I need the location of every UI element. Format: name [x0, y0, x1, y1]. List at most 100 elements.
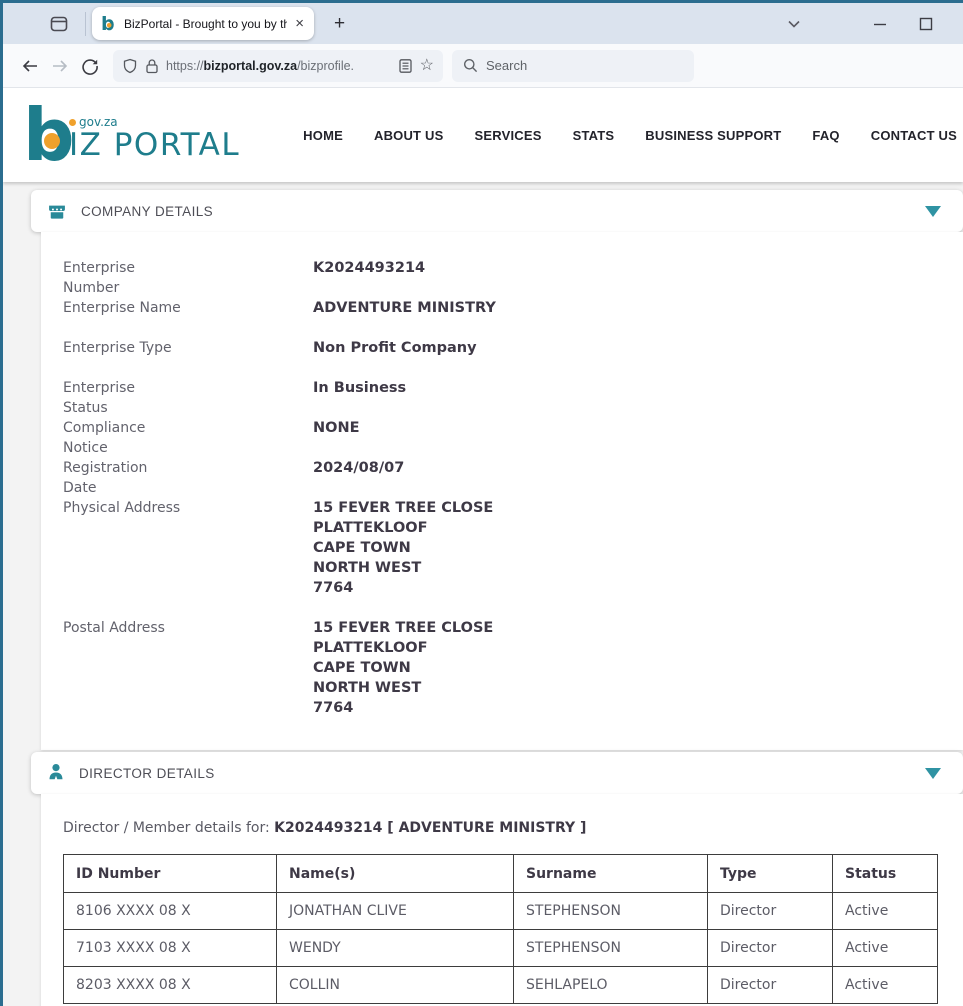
reload-button[interactable] [75, 51, 105, 81]
nav-item-stats[interactable]: STATS [573, 128, 615, 143]
firefox-view-icon [49, 14, 69, 34]
tab-separator [85, 12, 86, 36]
table-row: 8203 XXXX 08 XCOLLINSEHLAPELODirectorAct… [64, 967, 938, 1004]
maximize-icon [919, 17, 933, 31]
collapse-triangle-icon[interactable] [925, 206, 941, 217]
column-header-name-s-: Name(s) [277, 855, 514, 893]
section-title: DIRECTOR DETAILS [79, 766, 215, 781]
detail-value: 2024/08/07 [313, 458, 943, 498]
detail-label: Enterprise Name [63, 298, 313, 338]
new-tab-button[interactable]: + [328, 13, 351, 35]
detail-row: Enterprise NameADVENTURE MINISTRY [63, 298, 943, 338]
reader-mode-icon[interactable] [398, 58, 413, 74]
forward-icon [51, 57, 69, 75]
logo-izportal-text: IZ PORTAL [69, 129, 240, 162]
favicon-bizportal: b [100, 15, 118, 33]
search-icon [463, 58, 478, 73]
table-cell: STEPHENSON [514, 930, 708, 967]
url-domain: bizportal.gov.za [204, 59, 298, 73]
table-cell: 8106 XXXX 08 X [64, 893, 277, 930]
search-bar[interactable]: Search [452, 50, 694, 82]
table-cell: Active [833, 967, 938, 1004]
detail-label: Physical Address [63, 498, 313, 598]
section-title: COMPANY DETAILS [81, 204, 213, 219]
detail-label: Enterprise Number [63, 258, 313, 298]
detail-value: 15 FEVER TREE CLOSE PLATTEKLOOF CAPE TOW… [313, 618, 943, 718]
detail-label: Postal Address [63, 618, 313, 718]
browser-tab[interactable]: b BizPortal - Brought to you by th × [92, 7, 314, 40]
company-details-panel: Enterprise NumberK2024493214Enterprise N… [41, 232, 963, 750]
director-details-header[interactable]: DIRECTOR DETAILS [31, 752, 963, 794]
detail-value: Non Profit Company [313, 338, 943, 378]
url-text: https://bizportal.gov.za/bizprofile. [166, 59, 391, 73]
url-path: /bizprofile. [297, 59, 354, 73]
navigation-toolbar: https://bizportal.gov.za/bizprofile. ☆ S… [3, 44, 963, 88]
table-cell: COLLIN [277, 967, 514, 1004]
nav-item-services[interactable]: SERVICES [474, 128, 541, 143]
table-row: 7103 XXXX 08 XWENDYSTEPHENSONDirectorAct… [64, 930, 938, 967]
tab-list-chevron-icon [786, 16, 802, 32]
table-cell: Director [708, 930, 833, 967]
detail-row: Enterprise NumberK2024493214 [63, 258, 943, 298]
company-details-header[interactable]: COMPANY DETAILS [31, 190, 963, 232]
table-cell: Active [833, 893, 938, 930]
collapse-triangle-icon[interactable] [925, 768, 941, 779]
forward-button[interactable] [45, 51, 75, 81]
maximize-button[interactable] [911, 9, 941, 39]
shield-icon[interactable] [122, 58, 138, 74]
detail-label: Compliance Notice [63, 418, 313, 458]
table-cell: 7103 XXXX 08 X [64, 930, 277, 967]
detail-row: Physical Address15 FEVER TREE CLOSE PLAT… [63, 498, 943, 598]
directors-table: ID NumberName(s)SurnameTypeStatus 8106 X… [63, 854, 938, 1004]
bizportal-b-glyph-icon: b [23, 104, 75, 166]
detail-value: ADVENTURE MINISTRY [313, 298, 943, 338]
column-header-type: Type [708, 855, 833, 893]
table-cell: STEPHENSON [514, 893, 708, 930]
minimize-icon [873, 17, 887, 31]
main-nav: HOME ABOUT US SERVICES STATS BUSINESS SUPPOR… [303, 128, 957, 143]
table-cell: SEHLAPELO [514, 967, 708, 1004]
detail-row: Enterprise TypeNon Profit Company [63, 338, 943, 378]
table-row: 8106 XXXX 08 XJONATHAN CLIVESTEPHENSONDi… [64, 893, 938, 930]
detail-row: Registration Date2024/08/07 [63, 458, 943, 498]
browser-window: b BizPortal - Brought to you by th × + [0, 0, 963, 1006]
detail-value: In Business [313, 378, 943, 418]
tab-strip: b BizPortal - Brought to you by th × + [3, 3, 963, 44]
table-cell: Director [708, 893, 833, 930]
column-header-status: Status [833, 855, 938, 893]
director-intro-prefix: Director / Member details for: [63, 820, 274, 836]
table-header-row: ID NumberName(s)SurnameTypeStatus [64, 855, 938, 893]
search-placeholder: Search [486, 58, 527, 73]
page-content: COMPANY DETAILS Enterprise NumberK202449… [3, 182, 963, 1006]
column-header-surname: Surname [514, 855, 708, 893]
detail-value: 15 FEVER TREE CLOSE PLATTEKLOOF CAPE TOW… [313, 498, 943, 598]
bizportal-logo[interactable]: b gov.za IZ PORTAL [23, 104, 240, 166]
tab-list-button[interactable] [779, 9, 809, 39]
bookmark-star-icon[interactable]: ☆ [420, 58, 434, 74]
url-bar[interactable]: https://bizportal.gov.za/bizprofile. ☆ [113, 50, 443, 82]
detail-value: K2024493214 [313, 258, 943, 298]
table-cell: JONATHAN CLIVE [277, 893, 514, 930]
nav-item-home[interactable]: HOME [303, 128, 343, 143]
detail-row: Postal Address15 FEVER TREE CLOSE PLATTE… [63, 618, 943, 718]
tab-close-icon[interactable]: × [293, 16, 306, 31]
director-person-icon [47, 763, 65, 783]
nav-item-faq[interactable]: FAQ [812, 128, 839, 143]
detail-label: Registration Date [63, 458, 313, 498]
logo-text: gov.za IZ PORTAL [69, 115, 240, 166]
storefront-icon [47, 201, 67, 221]
nav-item-about-us[interactable]: ABOUT US [374, 128, 444, 143]
lock-icon[interactable] [145, 58, 159, 74]
table-cell: Director [708, 967, 833, 1004]
column-header-id-number: ID Number [64, 855, 277, 893]
reload-icon [81, 57, 99, 75]
detail-label: Enterprise Type [63, 338, 313, 378]
firefox-view-button[interactable] [45, 10, 73, 38]
back-icon [21, 57, 39, 75]
back-button[interactable] [15, 51, 45, 81]
site-header: b gov.za IZ PORTAL HOME ABOUT US SERVICES S… [3, 88, 963, 182]
nav-item-business-support[interactable]: BUSINESS SUPPORT [645, 128, 781, 143]
nav-item-contact-us[interactable]: CONTACT US [871, 128, 957, 143]
minimize-button[interactable] [865, 9, 895, 39]
table-cell: WENDY [277, 930, 514, 967]
